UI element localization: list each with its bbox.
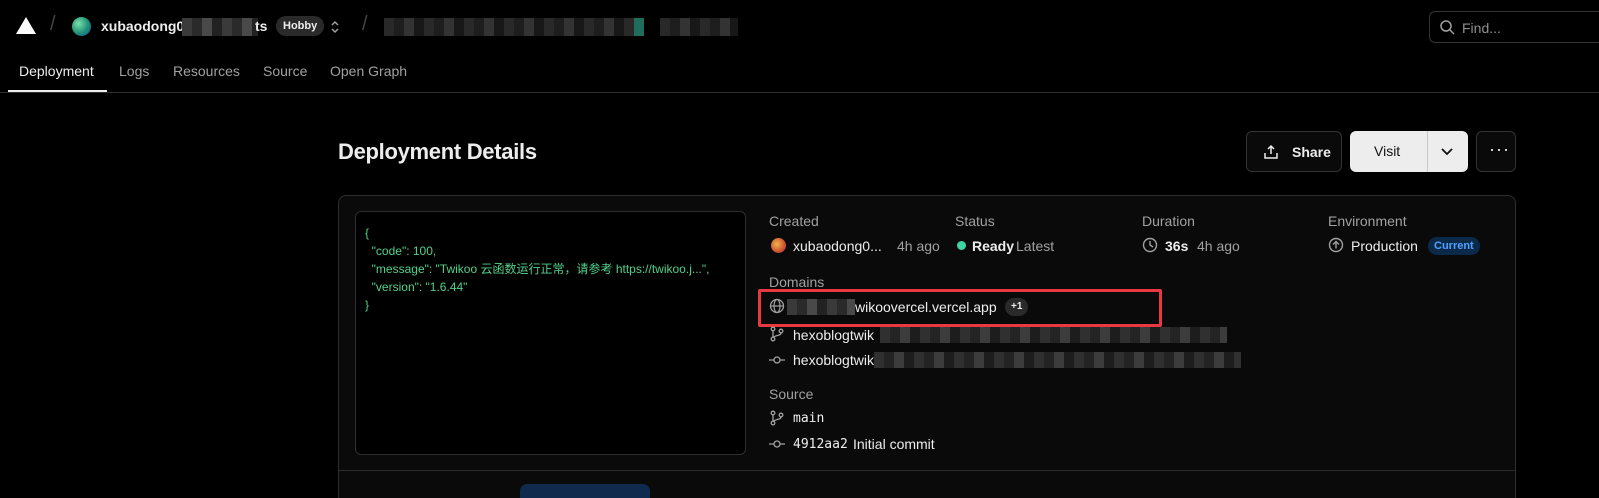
card-divider xyxy=(338,470,1516,471)
tab-logs[interactable]: Logs xyxy=(119,63,149,79)
tab-deployment[interactable]: Deployment xyxy=(19,63,94,79)
redacted-team-name xyxy=(182,18,258,36)
json-preview: { "code": 100, "message": "Twikoo 云函数运行正… xyxy=(365,226,710,312)
team-name[interactable]: xubaodong0 xyxy=(101,18,184,34)
switcher-chevrons-icon[interactable] xyxy=(329,19,341,35)
chevron-down-icon[interactable] xyxy=(1440,146,1454,156)
breadcrumb-separator: / xyxy=(362,13,368,35)
environment-label: Environment xyxy=(1328,213,1407,229)
visit-button[interactable]: Visit xyxy=(1350,131,1468,172)
source-label: Source xyxy=(769,386,814,402)
visit-divider xyxy=(1427,131,1428,172)
arrow-up-circle-icon xyxy=(1328,237,1344,253)
status-value: Ready xyxy=(972,238,1015,254)
annotation-highlight-box xyxy=(758,289,1162,327)
tab-source[interactable]: Source xyxy=(263,63,307,79)
card-footer-badge xyxy=(520,484,650,498)
git-branch-icon xyxy=(770,326,784,342)
avatar[interactable] xyxy=(771,238,786,253)
commit-message[interactable]: Initial commit xyxy=(853,436,935,452)
plan-badge: Hobby xyxy=(276,16,325,36)
search-icon xyxy=(1440,20,1455,35)
status-tag: Latest xyxy=(1016,238,1055,254)
status-label: Status xyxy=(955,213,995,229)
commit-domain-link[interactable]: hexoblogtwik xyxy=(793,352,874,368)
share-icon xyxy=(1264,144,1278,159)
more-icon: ··· xyxy=(1489,139,1510,159)
created-user[interactable]: xubaodong0... xyxy=(793,238,882,254)
more-options-button[interactable]: ··· xyxy=(1476,131,1516,172)
redacted-commit-domain xyxy=(874,352,1241,368)
tab-resources[interactable]: Resources xyxy=(173,63,240,79)
commit-hash[interactable]: 4912aa2 xyxy=(793,437,848,452)
environment-value[interactable]: Production xyxy=(1351,238,1418,254)
breadcrumb-separator: / xyxy=(50,13,56,35)
redacted-project-name xyxy=(634,18,644,36)
search-input[interactable]: Find... xyxy=(1429,11,1599,43)
share-button[interactable]: Share xyxy=(1246,131,1342,172)
duration-time: 4h ago xyxy=(1197,238,1240,254)
duration-label: Duration xyxy=(1142,213,1195,229)
deployment-preview[interactable]: { "code": 100, "message": "Twikoo 云函数运行正… xyxy=(355,211,746,455)
team-name-tail[interactable]: ts xyxy=(255,18,267,34)
top-bar: / xubaodong0 ts Hobby / Find... xyxy=(0,0,1599,52)
clock-icon xyxy=(1142,237,1158,253)
environment-badge: Current xyxy=(1428,237,1480,255)
source-branch[interactable]: main xyxy=(793,411,824,426)
status-dot-icon xyxy=(957,241,966,250)
git-branch-icon xyxy=(770,410,784,426)
redacted-project-name[interactable] xyxy=(384,18,634,36)
tab-open-graph[interactable]: Open Graph xyxy=(330,63,407,79)
team-avatar[interactable] xyxy=(72,17,91,36)
domains-label: Domains xyxy=(769,274,825,290)
created-time: 4h ago xyxy=(897,238,940,254)
branch-domain-link[interactable]: hexoblogtwik xyxy=(793,327,874,343)
page-title: Deployment Details xyxy=(338,139,537,164)
duration-value: 36s xyxy=(1165,238,1189,254)
share-label: Share xyxy=(1292,144,1331,160)
created-label: Created xyxy=(769,213,819,229)
redacted-branch-domain xyxy=(880,327,1227,343)
search-placeholder: Find... xyxy=(1462,20,1501,36)
git-commit-icon xyxy=(769,440,785,448)
visit-label: Visit xyxy=(1374,143,1401,159)
tab-bar: Deployment Logs Resources Source Open Gr… xyxy=(0,52,1599,93)
git-commit-icon xyxy=(769,356,785,364)
redacted-project-name xyxy=(660,18,738,36)
vercel-logo-icon[interactable] xyxy=(16,17,36,34)
active-tab-indicator xyxy=(8,90,107,92)
